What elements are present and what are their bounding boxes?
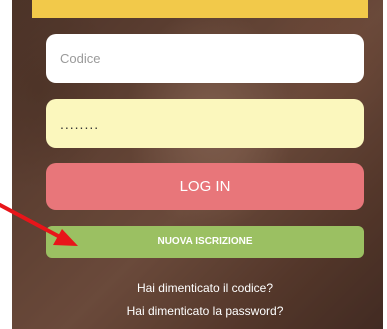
new-registration-button[interactable]: NUOVA ISCRIZIONE (46, 226, 364, 258)
code-input[interactable] (46, 34, 364, 83)
forgot-password-link[interactable]: Hai dimenticato la password? (46, 304, 364, 318)
login-button[interactable]: LOG IN (46, 163, 364, 210)
left-edge (0, 0, 12, 329)
right-edge (383, 0, 387, 329)
password-input[interactable] (46, 99, 364, 148)
forgot-code-link[interactable]: Hai dimenticato il codice? (46, 281, 364, 295)
top-accent-bar (32, 0, 368, 18)
